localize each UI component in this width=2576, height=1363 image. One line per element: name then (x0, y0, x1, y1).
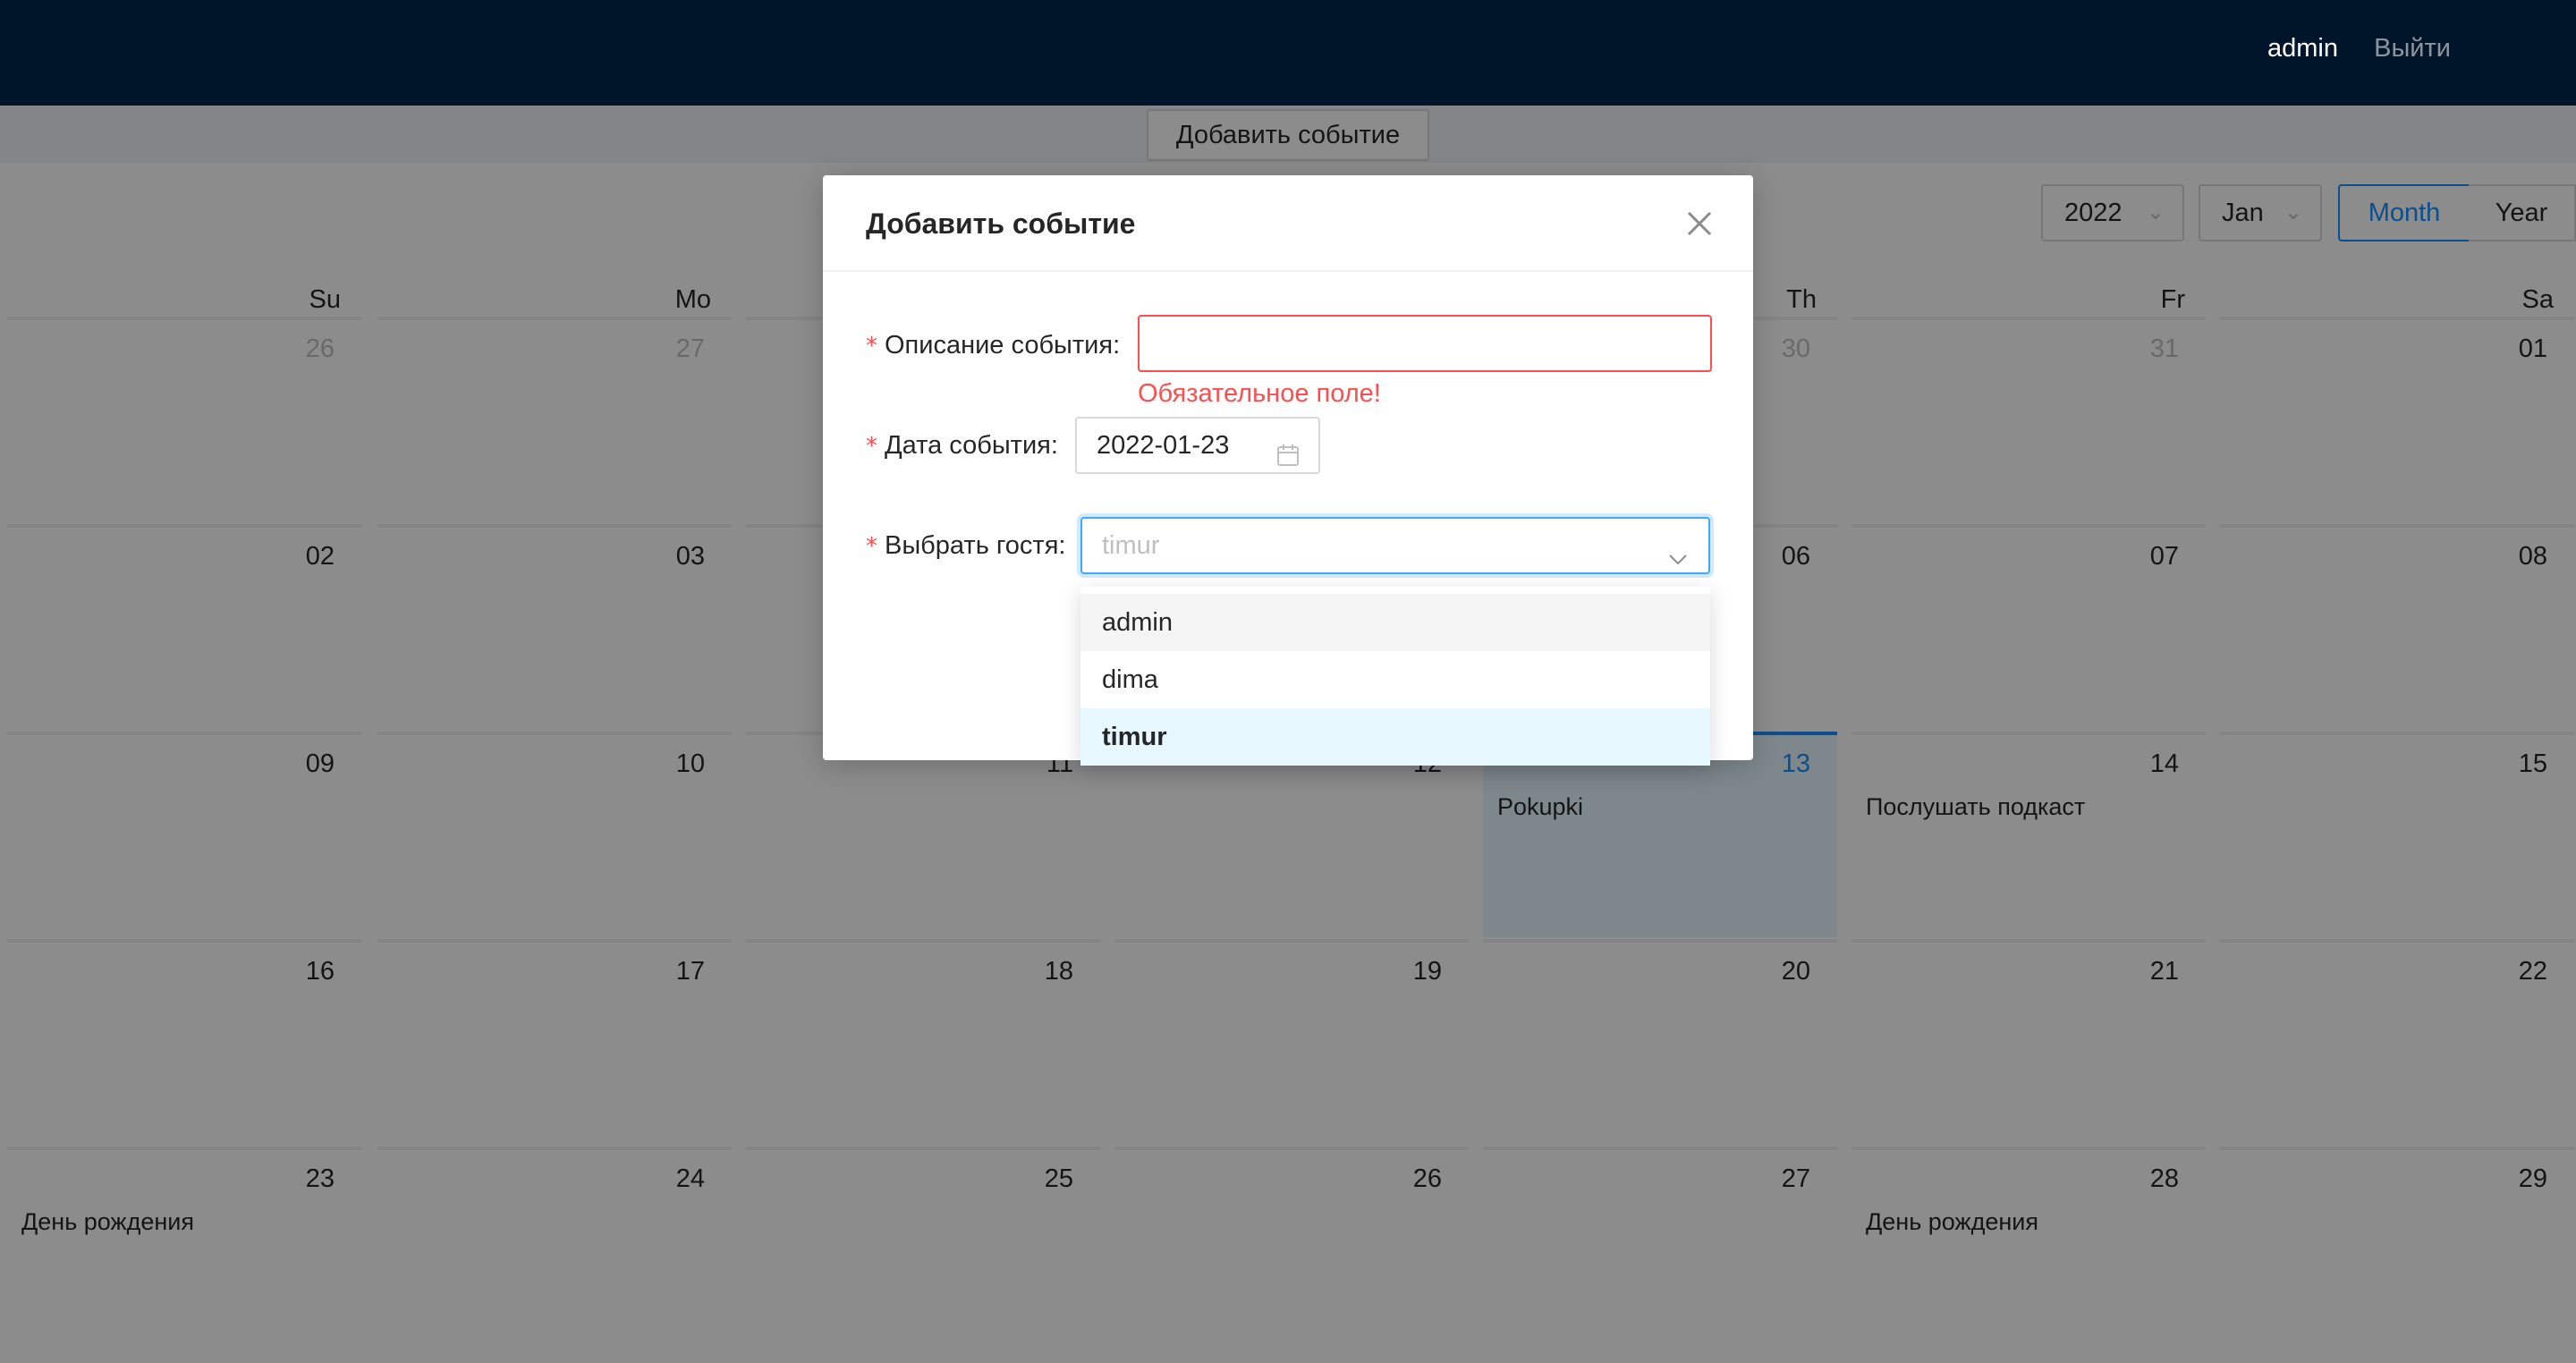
close-icon[interactable] (1682, 206, 1717, 241)
description-label: * Описание события: (866, 331, 1121, 360)
guest-select[interactable]: timur (1080, 517, 1710, 574)
guest-dropdown: admin dima timur (1080, 587, 1710, 766)
required-mark: * (866, 433, 877, 460)
calendar-icon (1275, 433, 1301, 466)
app-header-overlay: admin Выйти (0, 0, 2576, 106)
required-mark: * (866, 333, 877, 360)
guest-option-admin[interactable]: admin (1080, 594, 1710, 651)
guest-option-timur[interactable]: timur (1080, 708, 1710, 766)
date-label: * Дата события: (866, 431, 1058, 460)
current-user: admin (2267, 34, 2338, 63)
chevron-down-icon (1667, 535, 1689, 565)
modal-title: Добавить событие (866, 207, 1136, 240)
date-picker[interactable]: 2022-01-23 (1075, 417, 1320, 474)
date-value: 2022-01-23 (1097, 431, 1230, 460)
logout-link[interactable]: Выйти (2374, 32, 2451, 64)
guest-label: * Выбрать гостя: (866, 531, 1066, 560)
description-error: Обязательное поле! (1138, 379, 1381, 408)
guest-select-placeholder: timur (1102, 531, 1160, 560)
required-mark: * (866, 533, 877, 560)
modal-header: Добавить событие (823, 175, 1753, 272)
description-input[interactable] (1138, 315, 1712, 372)
guest-option-dima[interactable]: dima (1080, 651, 1710, 708)
